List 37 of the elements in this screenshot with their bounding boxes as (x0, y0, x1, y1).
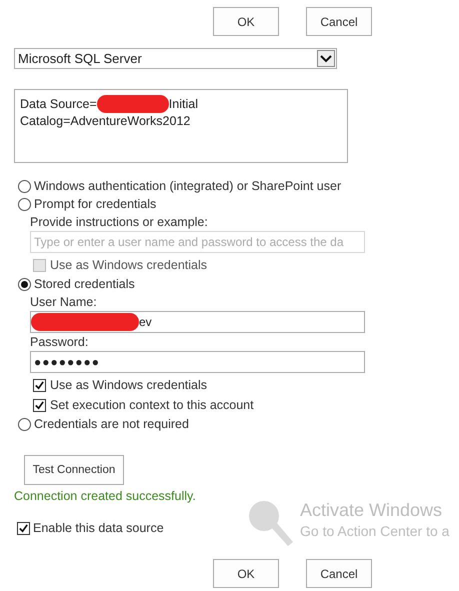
field-text: Data Source= (20, 96, 97, 112)
checkbox[interactable] (17, 522, 30, 534)
checkbox-label: Enable this data source (33, 521, 164, 535)
user-name-field[interactable]: ev (30, 311, 365, 333)
dialog-button[interactable]: Cancel (306, 559, 372, 588)
test-connection-button[interactable]: Test Connection (24, 455, 124, 485)
key-icon (248, 500, 294, 548)
field-label: Password: (30, 335, 90, 349)
radio-button[interactable] (18, 198, 31, 210)
caret-icon (317, 50, 335, 67)
dropdown-value: Microsoft SQL Server (18, 51, 142, 66)
radio-label: Credentials are not required (34, 417, 189, 431)
checkbox[interactable] (33, 378, 46, 392)
activation-subtitle: Go to Action Center to a (300, 523, 450, 539)
checkbox-label: Use as Windows credentials (50, 378, 208, 392)
field-text: Initial (168, 96, 198, 112)
connection-string-field[interactable]: Data Source= Initial Catalog=AdventureWorks2012 (14, 89, 348, 163)
radio-button[interactable] (18, 418, 31, 430)
checkbox-label: Set execution context to this account (50, 398, 254, 412)
checkbox[interactable] (33, 398, 46, 412)
activation-title: Activate Windows (300, 500, 444, 521)
status-message: Connection created successfully. (14, 489, 197, 503)
field-text: Catalog=AdventureWorks2012 (20, 114, 190, 128)
user-name-text: ev (139, 315, 152, 329)
radio-label: Stored credentials (34, 277, 135, 291)
checkbox-label: Use as Windows credentials (50, 258, 208, 272)
field-label: Provide instructions or example: (30, 215, 209, 229)
radio-button[interactable] (18, 180, 31, 192)
radio-button[interactable] (18, 278, 31, 290)
dialog-button[interactable]: OK (213, 559, 279, 588)
radio-label: Prompt for credentials (34, 197, 156, 211)
data-source-dropdown[interactable]: Microsoft SQL Server (14, 48, 337, 69)
field-label: User Name: (30, 295, 98, 309)
dialog-button[interactable]: Cancel (306, 7, 372, 36)
password-field[interactable]: ●●●●●●●● (30, 351, 365, 373)
dialog-button[interactable]: OK (213, 7, 279, 36)
radio-label: Windows authentication (integrated) or SharePoint user (34, 179, 342, 193)
